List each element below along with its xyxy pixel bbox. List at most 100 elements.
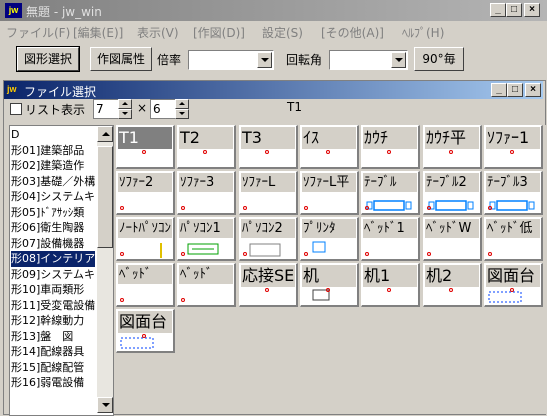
folder-list-item[interactable]: 形15]配線配管 [11,360,95,376]
file-thumbnail-grid: T1 T2 T3 ｲｽ ｶｳﾁ ｶｳﾁ平 ｿﾌｧｰ1 ｿﾌｧｰ2 ｿﾌｧｰ3 ｿﾌｧｰL ｿﾌｧｰL… [116,125,546,414]
file-thumbnail[interactable]: 図面台 [484,263,543,307]
origin-point-icon [326,150,330,154]
file-thumbnail[interactable]: ﾍﾞｯﾄﾞ [177,263,236,307]
file-thumbnail[interactable]: ﾍﾞｯﾄﾞ [116,263,175,307]
file-thumbnail[interactable]: 机 [300,263,359,307]
spin-up-icon[interactable] [175,99,189,109]
origin-point-icon [265,150,269,154]
cols-spin-input[interactable]: 7 [93,99,119,119]
minimize-button[interactable]: _ [490,3,506,17]
file-thumbnail[interactable]: T2 [177,125,236,169]
file-thumbnail[interactable]: ｶｳﾁ平 [423,125,482,169]
file-thumbnail-label: 図面台 [118,311,172,333]
dialog-minimize-button[interactable]: _ [491,83,507,97]
menu-bar: ファイル(F) [編集(E)] 表示(V) [作図(D)] 設定(S) [その他… [0,21,547,41]
maximize-button[interactable]: □ [506,3,522,17]
folder-list-item[interactable]: 形09]システムキッチン [11,267,95,283]
scroll-thumb[interactable] [97,146,113,248]
origin-point-icon [181,298,185,302]
folder-list-item[interactable]: 形05]ﾄﾞｱｻｯｼ類 [11,205,95,221]
file-thumbnail[interactable]: ｿﾌｧｰL [239,171,298,215]
file-thumbnail[interactable]: ﾊﾟｿｺﾝ1 [177,217,236,261]
file-thumbnail[interactable]: 机1 [361,263,420,307]
scroll-up-icon[interactable] [97,126,113,142]
file-thumbnail-label: ﾉｰﾄﾊﾟｿｺﾝ [118,219,172,238]
file-thumbnail[interactable]: ﾃｰﾌﾞﾙ3 [484,171,543,215]
menu-file[interactable]: ファイル(F) [6,24,70,41]
app-title-bar[interactable]: jw 無題 - jw_win _ □ × [0,0,547,21]
origin-point-icon [427,252,431,256]
file-thumbnail-label: ﾃｰﾌﾞﾙ3 [486,173,540,192]
shape-select-button[interactable]: 図形選択 [16,46,80,72]
folder-list-item[interactable]: 形06]衛生陶器 [11,220,95,236]
menu-edit[interactable]: [編集(E)] [73,24,123,41]
file-thumbnail[interactable]: 机2 [423,263,482,307]
spin-up-icon[interactable] [118,99,132,109]
folder-list-item[interactable]: 形02]建築造作 [11,158,95,174]
dialog-maximize-button[interactable]: □ [507,83,523,97]
cols-spin-buttons[interactable] [118,99,132,119]
menu-help[interactable]: ﾍﾙﾌﾟ(H) [402,24,444,41]
list-view-checkbox[interactable] [10,103,22,115]
folder-list-item[interactable]: 形01]建築部品 [11,143,95,159]
scroll-down-icon[interactable] [97,397,113,413]
folder-list-item[interactable]: 形10]車両類形 [11,282,95,298]
chevron-down-icon[interactable] [391,52,406,68]
menu-other[interactable]: [その他(A)] [321,24,384,41]
menu-settings[interactable]: 設定(S) [262,24,303,41]
file-thumbnail[interactable]: ﾍﾞｯﾄﾞW [423,217,482,261]
file-thumbnail[interactable]: ｿﾌｧｰ2 [116,171,175,215]
file-thumbnail[interactable]: ﾌﾟﾘﾝﾀ [300,217,359,261]
folder-list-item[interactable]: 形03]基礎／外構 [11,174,95,190]
rotate-combo[interactable] [329,50,408,70]
menu-draw[interactable]: [作図(D)] [193,24,245,41]
folder-list-item[interactable]: 形13]盤 図 [11,329,95,345]
chevron-down-icon[interactable] [257,52,272,68]
file-thumbnail[interactable]: ｿﾌｧｰ3 [177,171,236,215]
draw-attribute-button[interactable]: 作図属性 [90,47,152,71]
folder-list-item[interactable]: 形14]配線器具 [11,344,95,360]
folder-list-item[interactable]: 形04]システムキッチン [11,189,95,205]
file-thumbnail[interactable]: ﾍﾞｯﾄﾞ1 [361,217,420,261]
file-thumbnail[interactable]: ﾍﾞｯﾄﾞ低 [484,217,543,261]
folder-list-item[interactable]: 形07]設備機器 [11,236,95,252]
file-thumbnail[interactable]: ﾉｰﾄﾊﾟｿｺﾝ [116,217,175,261]
folder-list-items: D形01]建築部品形02]建築造作形03]基礎／外構形04]システムキッチン形0… [11,127,95,391]
scale-combo[interactable] [188,50,274,70]
file-thumbnail[interactable]: ｿﾌｧｰL平 [300,171,359,215]
folder-list-item[interactable]: 形08]インテリア [11,251,95,267]
dialog-close-button[interactable]: × [525,83,541,97]
file-thumbnail[interactable]: 図面台 [116,309,175,353]
file-thumbnail[interactable]: ｿﾌｧｰ1 [484,125,543,169]
folder-list-scrollbar[interactable] [97,126,113,413]
origin-point-icon [510,288,514,292]
file-thumbnail[interactable]: T1 [116,125,175,169]
file-thumbnail[interactable]: ｲｽ [300,125,359,169]
file-thumbnail-label: T2 [179,127,233,149]
file-thumbnail[interactable]: ﾃｰﾌﾞﾙ [361,171,420,215]
file-thumbnail[interactable]: ﾃｰﾌﾞﾙ2 [423,171,482,215]
folder-list[interactable]: D形01]建築部品形02]建築造作形03]基礎／外構形04]システムキッチン形0… [9,125,114,416]
file-thumbnail[interactable]: 応接SE [239,263,298,307]
rows-spin-input[interactable]: 6 [150,99,176,119]
file-thumbnail[interactable]: ｶｳﾁ [361,125,420,169]
file-thumbnail-label: ﾌﾟﾘﾝﾀ [302,219,356,238]
file-thumbnail[interactable]: ﾊﾟｿｺﾝ2 [239,217,298,261]
dialog-app-icon: jw [7,84,17,94]
rows-spin-buttons[interactable] [175,99,189,119]
dialog-title-bar[interactable]: jw ファイル選択 _ □ × [4,81,543,99]
spin-down-icon[interactable] [175,109,189,119]
folder-list-item[interactable]: D [11,127,95,143]
file-thumbnail-label: ﾍﾞｯﾄﾞW [425,219,479,238]
list-view-label: リスト表示 [25,103,86,117]
folder-list-item[interactable]: 形12]幹線動力 [11,313,95,329]
folder-list-item[interactable]: 形11]受変電設備 [11,298,95,314]
close-button[interactable]: × [524,3,540,17]
folder-list-item[interactable]: 形16]弱電設備 [11,375,95,391]
file-thumbnail[interactable]: T3 [239,125,298,169]
rotate-90-button[interactable]: 90°毎 [414,47,464,71]
file-thumbnail-label: ﾊﾟｿｺﾝ1 [179,219,233,238]
menu-view[interactable]: 表示(V) [137,24,179,41]
spin-down-icon[interactable] [118,109,132,119]
file-thumbnail-label: ﾍﾞｯﾄﾞ [179,265,233,284]
